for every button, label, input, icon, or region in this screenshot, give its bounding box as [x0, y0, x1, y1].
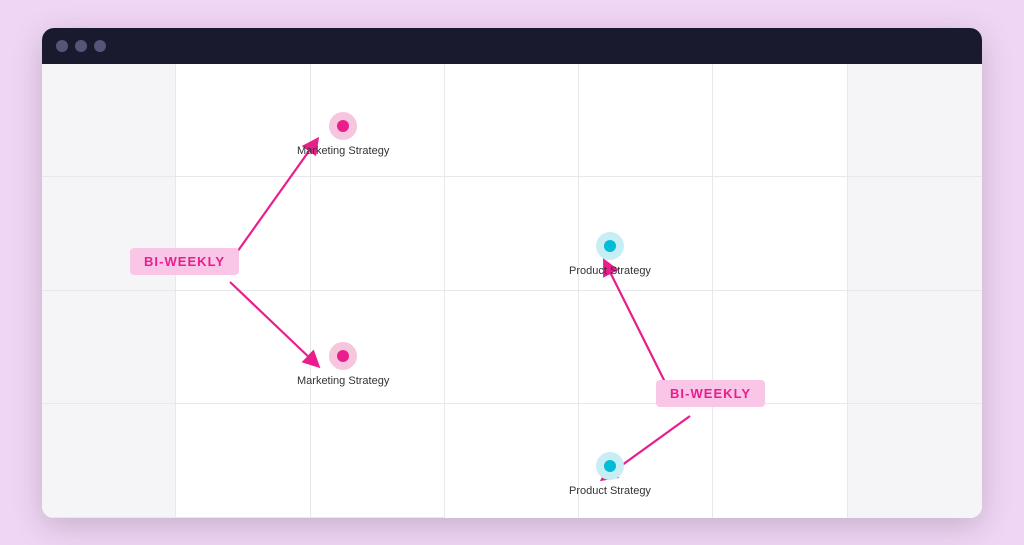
grid-cell: [445, 291, 579, 405]
grid-cell: [579, 64, 713, 178]
grid-cell: [445, 404, 579, 518]
grid-cell: [311, 404, 445, 518]
biweekly-label-2: BI-WEEKLY: [656, 380, 765, 407]
grid-cell: [176, 291, 310, 405]
grid-cell: [713, 404, 847, 518]
grid-cell: [445, 64, 579, 178]
grid-cell: [42, 291, 176, 405]
window-dot-1: [56, 40, 68, 52]
grid-cell: [42, 404, 176, 518]
calendar-content: Marketing Strategy Product Strategy Mark…: [42, 64, 982, 518]
grid-cell: [848, 291, 982, 405]
grid-cell: [848, 64, 982, 178]
grid-cell: [713, 64, 847, 178]
biweekly-label-1: BI-WEEKLY: [130, 248, 239, 275]
grid-cell: [311, 177, 445, 291]
grid-cell: [311, 291, 445, 405]
calendar-grid: [42, 64, 982, 518]
grid-cell: [713, 177, 847, 291]
grid-cell: [579, 177, 713, 291]
grid-cell: [848, 177, 982, 291]
grid-cell: [579, 404, 713, 518]
grid-cell: [848, 404, 982, 518]
grid-cell: [311, 64, 445, 178]
window-dot-3: [94, 40, 106, 52]
titlebar: [42, 28, 982, 64]
grid-cell: [445, 177, 579, 291]
grid-cell: [42, 64, 176, 178]
app-window: Marketing Strategy Product Strategy Mark…: [42, 28, 982, 518]
window-dot-2: [75, 40, 87, 52]
grid-cell: [176, 404, 310, 518]
grid-cell: [176, 64, 310, 178]
